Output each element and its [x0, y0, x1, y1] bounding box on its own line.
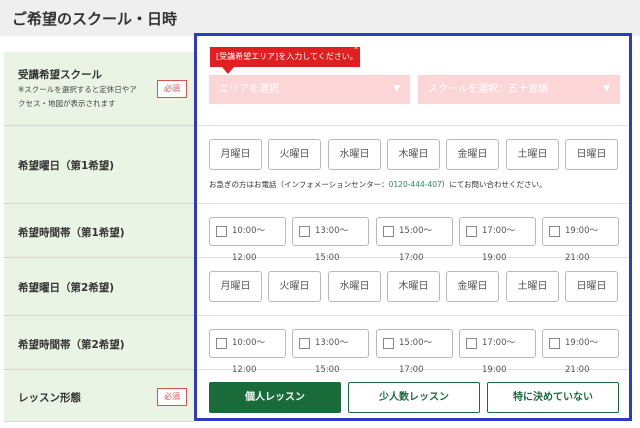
label-day2: 希望曜日（第2希望) [4, 258, 194, 316]
checkbox[interactable] [383, 226, 394, 237]
checkbox[interactable] [549, 338, 560, 349]
phone-number[interactable]: 0120-444-407 [389, 180, 442, 189]
time2-slot-3-button[interactable]: 15:00〜17:00 [376, 329, 453, 375]
time1-slot-2-button[interactable]: 13:00〜15:00 [292, 217, 369, 263]
day1-sunday-button[interactable]: 日曜日 [565, 139, 618, 170]
checkbox[interactable] [299, 338, 310, 349]
time2-slot-1-button[interactable]: 10:00〜12:00 [209, 329, 286, 375]
school-select[interactable]: スクールを選択：五十音順 ▼ [418, 75, 620, 104]
day1-tuesday-button[interactable]: 火曜日 [268, 139, 321, 170]
day1-wednesday-button[interactable]: 水曜日 [328, 139, 381, 170]
chevron-down-icon: ▼ [393, 84, 400, 94]
label-school: 受講希望スクール ※スクールを選択すると定休日やア クセス・地図が表示されます … [4, 52, 194, 126]
checkbox[interactable] [466, 226, 477, 237]
label-school-note-1: ※スクールを選択すると定休日やア [18, 85, 137, 94]
label-time2: 希望時間帯（第2希望) [4, 316, 194, 370]
error-tooltip-text: [受講希望エリア]を入力してください。 [216, 52, 358, 61]
chevron-down-icon: ▼ [603, 84, 610, 94]
area-select[interactable]: エリアを選択 ▼ [209, 75, 410, 104]
checkbox[interactable] [466, 338, 477, 349]
time1-slot-4-button[interactable]: 17:00〜19:00 [459, 217, 536, 263]
error-tooltip: [受講希望エリア]を入力してください。 x [210, 43, 360, 74]
day2-monday-button[interactable]: 月曜日 [209, 271, 262, 302]
time2-slot-2-button[interactable]: 13:00〜15:00 [292, 329, 369, 375]
tooltip-arrow [222, 67, 234, 74]
label-day1-text: 希望曜日（第1希望) [18, 160, 115, 172]
checkbox[interactable] [383, 338, 394, 349]
day1-monday-button[interactable]: 月曜日 [209, 139, 262, 170]
day1-saturday-button[interactable]: 土曜日 [506, 139, 559, 170]
time2-slot-4-button[interactable]: 17:00〜19:00 [459, 329, 536, 375]
day2-tuesday-button[interactable]: 火曜日 [268, 271, 321, 302]
checkbox[interactable] [299, 226, 310, 237]
label-lesson-text: レッスン形態 [18, 392, 81, 404]
time1-slot-3-button[interactable]: 15:00〜17:00 [376, 217, 453, 263]
label-day1: 希望曜日（第1希望) [4, 126, 194, 204]
day2-wednesday-button[interactable]: 水曜日 [328, 271, 381, 302]
label-school-text: 受講希望スクール [18, 69, 102, 81]
required-badge: 必須 [157, 388, 187, 406]
school-select-placeholder: スクールを選択：五十音順 [428, 84, 548, 95]
required-badge: 必須 [157, 80, 187, 98]
label-time2-text: 希望時間帯（第2希望) [18, 339, 125, 351]
day2-sunday-button[interactable]: 日曜日 [565, 271, 618, 302]
phone-note: お急ぎの方はお電話（インフォメーションセンター：0120-444-407）にてお… [209, 179, 547, 190]
label-school-note-2: クセス・地図が表示されます [18, 99, 116, 108]
lesson-small-group-button[interactable]: 少人数レッスン [348, 382, 480, 413]
section-header: ご希望のスクール・日時 [0, 0, 640, 36]
time2-slot-5-button[interactable]: 19:00〜21:00 [542, 329, 619, 375]
phone-note-before: お急ぎの方はお電話（インフォメーションセンター： [209, 180, 389, 189]
label-day2-text: 希望曜日（第2希望) [18, 282, 115, 294]
time1-slot-1-button[interactable]: 10:00〜12:00 [209, 217, 286, 263]
checkbox[interactable] [549, 226, 560, 237]
day2-saturday-button[interactable]: 土曜日 [506, 271, 559, 302]
phone-note-after: ）にてお問い合わせください。 [441, 180, 547, 189]
label-lesson: レッスン形態 必須 [4, 370, 194, 422]
close-icon[interactable]: x [354, 42, 358, 52]
area-select-placeholder: エリアを選択 [219, 84, 279, 95]
day2-thursday-button[interactable]: 木曜日 [387, 271, 440, 302]
day2-friday-button[interactable]: 金曜日 [446, 271, 499, 302]
checkbox[interactable] [216, 226, 227, 237]
label-time1-text: 希望時間帯（第1希望) [18, 227, 125, 239]
section-title: ご希望のスクール・日時 [12, 10, 178, 28]
lesson-undecided-button[interactable]: 特に決めていない [487, 382, 619, 413]
time1-slot-5-button[interactable]: 19:00〜21:00 [542, 217, 619, 263]
lesson-private-button[interactable]: 個人レッスン [209, 382, 341, 413]
day1-thursday-button[interactable]: 木曜日 [387, 139, 440, 170]
label-time1: 希望時間帯（第1希望) [4, 204, 194, 258]
checkbox[interactable] [216, 338, 227, 349]
day1-friday-button[interactable]: 金曜日 [446, 139, 499, 170]
